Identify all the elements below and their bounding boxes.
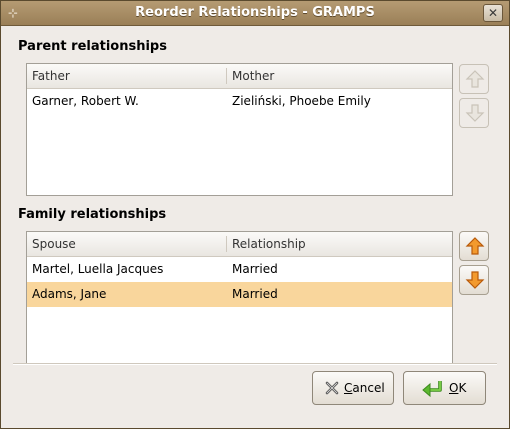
relationship-cell: Married	[232, 262, 278, 276]
family-relationships-list[interactable]: Spouse Relationship Martel, Luella Jacqu…	[26, 231, 453, 364]
spouse-cell: Adams, Jane	[32, 287, 107, 301]
parent-move-down-button[interactable]	[459, 98, 489, 128]
arrow-up-icon	[465, 237, 485, 255]
action-area-separator	[13, 363, 497, 365]
column-header-mother[interactable]: Mother	[227, 64, 452, 88]
title-bar: ⊹ Reorder Relationships - GRAMPS ✕	[1, 1, 509, 26]
mother-cell: Zieliński, Phoebe Emily	[232, 94, 371, 108]
parent-list-header: Father Mother	[27, 64, 452, 89]
column-header-spouse[interactable]: Spouse	[27, 232, 227, 256]
column-header-relationship[interactable]: Relationship	[227, 232, 452, 256]
arrow-down-icon	[465, 271, 485, 289]
column-header-father[interactable]: Father	[27, 64, 227, 88]
family-move-up-button[interactable]	[459, 231, 489, 261]
cancel-button[interactable]: Cancel	[312, 371, 394, 405]
dialog-window: ⊹ Reorder Relationships - GRAMPS ✕ Paren…	[0, 0, 510, 429]
relationship-cell: Married	[232, 287, 278, 301]
family-list-header: Spouse Relationship	[27, 232, 452, 257]
parent-move-up-button[interactable]	[459, 64, 489, 94]
family-relationships-label: Family relationships	[18, 207, 167, 222]
parent-relationships-label: Parent relationships	[18, 39, 167, 54]
table-row[interactable]: Garner, Robert W. Zieliński, Phoebe Emil…	[27, 89, 452, 114]
arrow-up-icon	[465, 70, 485, 88]
father-cell: Garner, Robert W.	[32, 94, 139, 108]
spouse-cell: Martel, Luella Jacques	[32, 262, 164, 276]
ok-label: OK	[449, 381, 467, 395]
cancel-icon	[325, 381, 339, 395]
family-move-down-button[interactable]	[459, 265, 489, 295]
cancel-label: Cancel	[344, 381, 385, 395]
arrow-down-icon	[465, 104, 485, 122]
table-row[interactable]: Martel, Luella Jacques Married	[27, 257, 452, 282]
window-title: Reorder Relationships - GRAMPS	[135, 5, 375, 20]
parent-relationships-list[interactable]: Father Mother Garner, Robert W. Zielińsk…	[26, 63, 453, 196]
ok-check-icon	[422, 381, 442, 398]
table-row-selected[interactable]: Adams, Jane Married	[27, 282, 452, 307]
close-icon[interactable]: ✕	[483, 4, 503, 22]
ok-button[interactable]: OK	[403, 371, 486, 405]
